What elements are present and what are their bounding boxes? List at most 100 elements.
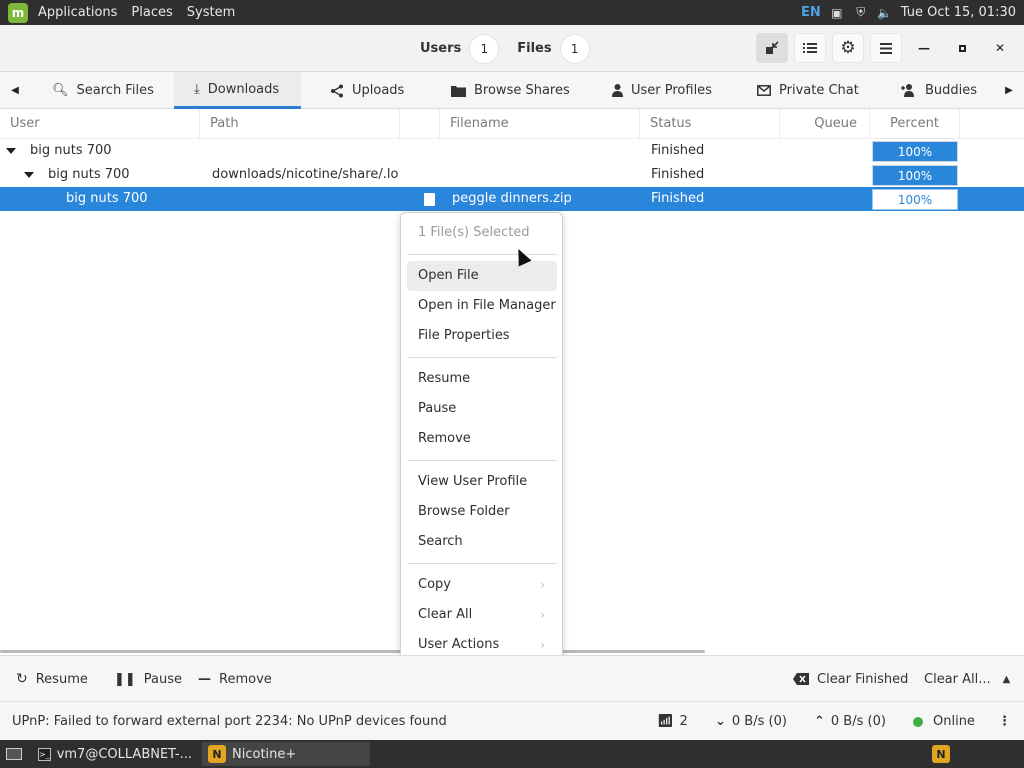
file-icon: [424, 193, 435, 206]
close-button[interactable]: ✕: [984, 33, 1016, 63]
minimize-button[interactable]: —: [908, 33, 940, 63]
keyboard-layout-indicator[interactable]: EN: [801, 5, 821, 20]
taskbar-terminal[interactable]: >_ vm7@COLLABNET-...: [32, 742, 198, 766]
clear-all-label: Clear All...: [924, 671, 991, 687]
clear-finished-button[interactable]: Clear Finished: [793, 656, 908, 702]
nicotine-app-icon: N: [208, 745, 226, 763]
transfer-action-bar: ↻ Resume ❚❚ Pause — Remove Clear Finishe…: [0, 655, 1024, 701]
column-header-queue[interactable]: Queue: [780, 109, 870, 139]
chevron-right-icon: ▶: [1005, 85, 1013, 96]
chevron-right-icon: ›: [540, 608, 545, 622]
tab-user-profiles[interactable]: User Profiles: [612, 72, 712, 109]
table-row[interactable]: big nuts 700 downloads/nicotine/share/.l…: [0, 163, 1024, 187]
menu-places[interactable]: Places: [127, 5, 176, 20]
chevron-right-icon: ›: [540, 578, 545, 592]
menu-system[interactable]: System: [183, 5, 239, 20]
main-menu-button[interactable]: [870, 33, 902, 63]
network-icon[interactable]: ▣: [829, 5, 845, 21]
tab-downloads[interactable]: ⤓ Downloads: [174, 72, 301, 109]
files-label: Files: [517, 41, 552, 56]
tab-label: User Profiles: [631, 83, 712, 98]
column-header-status[interactable]: Status: [640, 109, 780, 139]
collapse-toggle-button[interactable]: [756, 33, 788, 63]
menu-separator: [407, 254, 557, 255]
upload-speed-indicator[interactable]: ⌃ 0 B/s (0): [814, 702, 886, 741]
clock[interactable]: Tue Oct 15, 01:30: [901, 5, 1016, 20]
table-row-selected[interactable]: big nuts 700 peggle dinners.zip Finished…: [0, 187, 1024, 211]
online-status-button[interactable]: Online: [913, 702, 975, 741]
wifi-icon: 📶︎: [657, 714, 674, 729]
tab-browse-shares[interactable]: Browse Shares: [451, 72, 570, 109]
row-path: downloads/nicotine/share/.loca: [212, 167, 398, 182]
menu-item-browse-folder[interactable]: Browse Folder: [407, 497, 557, 527]
tab-private-chat[interactable]: Private Chat: [757, 72, 859, 109]
tab-scroll-right-button[interactable]: ▶: [994, 72, 1024, 109]
remove-button[interactable]: — Remove: [198, 656, 272, 702]
column-header-filename[interactable]: Filename: [440, 109, 640, 139]
show-desktop-button[interactable]: [0, 742, 28, 766]
collapse-icon: [766, 41, 779, 54]
clear-all-menu-button[interactable]: Clear All... ▲: [924, 656, 1010, 702]
menu-item-resume[interactable]: Resume: [407, 364, 557, 394]
share-icon: [331, 84, 343, 97]
maximize-icon: [958, 44, 966, 52]
column-header-user[interactable]: User: [0, 109, 200, 139]
expander-icon[interactable]: [6, 148, 16, 154]
tab-buddies[interactable]: Buddies: [901, 72, 977, 109]
download-icon: ⤓: [194, 81, 200, 97]
folder-icon: [451, 85, 466, 97]
download-speed-indicator[interactable]: ⌄ 0 B/s (0): [715, 702, 787, 741]
menu-item-label: User Actions: [418, 637, 500, 652]
horizontal-scrollbar[interactable]: [0, 650, 705, 653]
user-icon: [612, 84, 623, 97]
tab-scroll-left-button[interactable]: ◀: [0, 72, 30, 109]
column-header-path[interactable]: Path: [200, 109, 400, 139]
online-label: Online: [933, 714, 975, 729]
menu-item-pause[interactable]: Pause: [407, 394, 557, 424]
list-icon: [803, 43, 817, 53]
menu-item-copy[interactable]: Copy ›: [407, 570, 557, 600]
maximize-button[interactable]: [946, 33, 978, 63]
menu-item-open-file[interactable]: Open File: [407, 261, 557, 291]
expander-icon[interactable]: [24, 172, 34, 178]
tab-uploads[interactable]: Uploads: [330, 72, 404, 109]
shield-icon[interactable]: ⛨: [853, 5, 869, 21]
status-bar: UPnP: Failed to forward external port 22…: [0, 701, 1024, 740]
column-header-percent[interactable]: Percent: [870, 109, 960, 139]
chevron-up-icon: ⌃: [814, 714, 825, 729]
menu-applications[interactable]: Applications: [34, 5, 121, 20]
backspace-icon: [793, 673, 809, 685]
resume-button[interactable]: ↻ Resume: [16, 656, 88, 702]
menu-item-clear-all[interactable]: Clear All ›: [407, 600, 557, 630]
column-header-filetype[interactable]: [400, 109, 440, 139]
list-view-button[interactable]: [794, 33, 826, 63]
chevron-left-icon: ◀: [11, 85, 19, 96]
chevron-down-icon: ⌄: [715, 714, 726, 729]
menu-item-view-user-profile[interactable]: View User Profile: [407, 467, 557, 497]
table-row[interactable]: big nuts 700 Finished 100%: [0, 139, 1024, 163]
tray-nicotine[interactable]: N: [926, 742, 956, 766]
minimize-icon: —: [918, 41, 930, 55]
menu-item-remove[interactable]: Remove: [407, 424, 557, 454]
terminal-icon: >_: [38, 747, 51, 761]
connections-indicator[interactable]: 📶︎ 2: [657, 702, 688, 741]
status-message: UPnP: Failed to forward external port 22…: [12, 714, 447, 729]
tab-search-files[interactable]: 🔍︎ Search Files: [52, 72, 154, 109]
menu-header-selection: 1 File(s) Selected: [418, 225, 530, 240]
preferences-button[interactable]: ⚙: [832, 33, 864, 63]
tab-label: Buddies: [925, 83, 978, 98]
menu-item-search[interactable]: Search: [407, 527, 557, 557]
tab-label: Downloads: [207, 81, 280, 97]
pause-icon: ❚❚: [114, 671, 136, 687]
mint-menu-icon[interactable]: m: [8, 2, 28, 23]
taskbar: >_ vm7@COLLABNET-... N Nicotine+ N: [0, 740, 1024, 768]
taskbar-nicotine[interactable]: N Nicotine+: [202, 742, 370, 766]
menu-item-file-properties[interactable]: File Properties: [407, 321, 557, 351]
pause-button[interactable]: ❚❚ Pause: [114, 656, 182, 702]
menu-item-open-in-file-manager[interactable]: Open in File Manager: [407, 291, 557, 321]
status-menu-button[interactable]: ⋮: [998, 702, 1011, 741]
volume-icon[interactable]: 🔈: [877, 5, 893, 21]
row-user: big nuts 700: [30, 143, 112, 158]
row-filename: peggle dinners.zip: [452, 191, 572, 206]
clear-finished-label: Clear Finished: [817, 671, 909, 687]
